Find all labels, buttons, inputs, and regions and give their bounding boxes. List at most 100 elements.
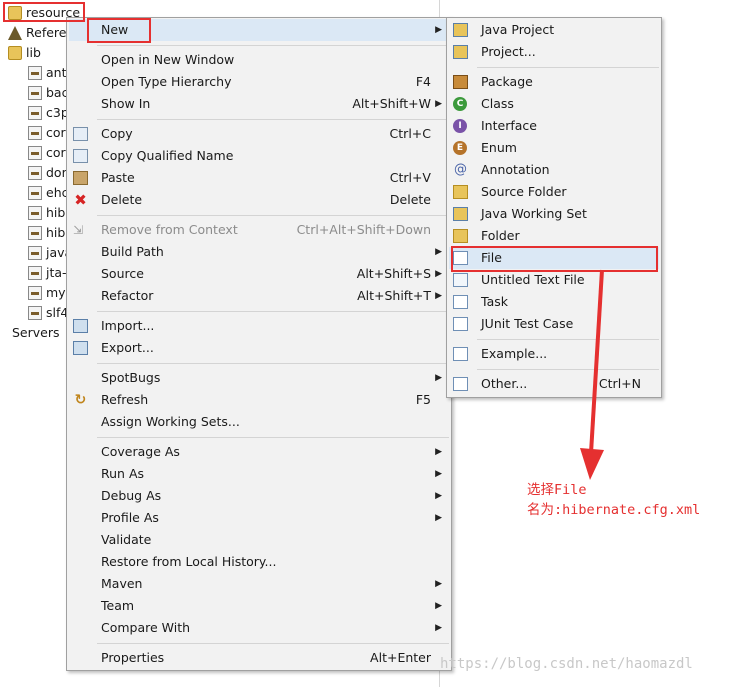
tree-item-label: Refere <box>26 25 67 40</box>
jar-icon <box>28 66 42 80</box>
menu-item-refresh[interactable]: ↻ Refresh F5 <box>69 389 449 411</box>
tree-item-label: jta- <box>46 265 67 280</box>
menu-item-refactor[interactable]: Refactor Alt+Shift+T ▶ <box>69 285 449 307</box>
tree-item-servers[interactable]: Servers <box>0 323 60 343</box>
source-folder-icon <box>453 185 468 199</box>
menu-item-assign-working-sets[interactable]: Assign Working Sets... <box>69 411 449 433</box>
submenu-arrow-icon: ▶ <box>435 447 442 457</box>
menu-item-delete[interactable]: ✖ Delete Delete <box>69 189 449 211</box>
paste-icon <box>73 171 88 185</box>
jar-icon <box>28 126 42 140</box>
tree-item-jar[interactable]: ehc <box>28 183 69 203</box>
watermark: https://blog.csdn.net/haomazdl <box>440 656 693 672</box>
menu-item-debug-as[interactable]: Debug As ▶ <box>69 485 449 507</box>
jar-icon <box>28 286 42 300</box>
tree-item-jar[interactable]: ant <box>28 63 66 83</box>
menu-item-open-type-hierarchy[interactable]: Open Type Hierarchy F4 <box>69 71 449 93</box>
menu-item-build-path[interactable]: Build Path ▶ <box>69 241 449 263</box>
delete-icon: ✖ <box>74 191 87 209</box>
menu-item-remove-from-context: ⇲ Remove from Context Ctrl+Alt+Shift+Dow… <box>73 222 431 237</box>
menu-item-paste[interactable]: Paste Ctrl+V <box>69 167 449 189</box>
submenu-item-interface[interactable]: I Interface <box>449 115 659 137</box>
tree-item-jar[interactable]: slf4 <box>28 303 68 323</box>
submenu-item-project[interactable]: Project... <box>449 41 659 63</box>
tree-item-label: dor <box>46 165 67 180</box>
menu-item-open-new-window[interactable]: Open in New Window <box>69 49 449 71</box>
jar-icon <box>28 306 42 320</box>
junit-icon <box>453 317 468 331</box>
tree-item-label: slf4 <box>46 305 69 320</box>
tree-item-lib[interactable]: lib <box>8 43 41 63</box>
tree-item-label: Servers <box>12 325 60 340</box>
example-icon <box>453 347 468 361</box>
menu-separator <box>97 45 449 46</box>
menu-item-export[interactable]: Export... <box>69 337 449 359</box>
menu-item-validate[interactable]: Validate <box>69 529 449 551</box>
import-icon <box>73 319 88 333</box>
submenu-item-class[interactable]: C Class <box>449 93 659 115</box>
submenu-arrow-icon: ▶ <box>435 373 442 383</box>
submenu-item-package[interactable]: Package <box>449 71 659 93</box>
submenu-arrow-icon: ▶ <box>435 579 442 589</box>
tree-item-references[interactable]: Refere <box>8 23 66 43</box>
menu-separator <box>477 67 659 68</box>
submenu-item-file[interactable]: File <box>449 247 659 269</box>
submenu-arrow-icon: ▶ <box>435 513 442 523</box>
menu-item-team[interactable]: Team ▶ <box>69 595 449 617</box>
menu-item-spotbugs[interactable]: SpotBugs ▶ <box>69 367 449 389</box>
tree-item-jar[interactable]: c3p <box>28 103 69 123</box>
submenu-item-enum[interactable]: E Enum <box>449 137 659 159</box>
tree-item-jar[interactable]: dor <box>28 163 67 183</box>
jar-icon <box>28 206 42 220</box>
project-icon <box>453 45 468 59</box>
tree-item-jar[interactable]: jta- <box>28 263 67 283</box>
tree-item-jar[interactable]: hib <box>28 203 65 223</box>
annotation-note: 选择File 名为:hibernate.cfg.xml <box>527 480 700 520</box>
submenu-item-source-folder[interactable]: Source Folder <box>449 181 659 203</box>
submenu-item-java-working-set[interactable]: Java Working Set <box>449 203 659 225</box>
refresh-icon: ↻ <box>74 392 87 408</box>
tree-item-jar[interactable]: hib <box>28 223 65 243</box>
tree-item-jar[interactable]: cor <box>28 123 66 143</box>
package-icon <box>453 75 468 89</box>
package-explorer-tree: resource Refere lib ant bac c3p cor cor … <box>0 0 80 687</box>
jar-icon <box>28 146 42 160</box>
annotation-icon: @ <box>454 162 467 177</box>
menu-item-copy[interactable]: Copy Ctrl+C <box>69 123 449 145</box>
working-set-icon <box>453 207 468 221</box>
menu-item-properties[interactable]: Properties Alt+Enter <box>69 647 449 669</box>
submenu-item-java-project[interactable]: Java Project <box>449 19 659 41</box>
annotation-line-2: 名为:hibernate.cfg.xml <box>527 502 701 518</box>
jar-icon <box>28 186 42 200</box>
class-icon: C <box>453 97 467 111</box>
submenu-arrow-icon: ▶ <box>435 623 442 633</box>
menu-item-show-in[interactable]: Show In Alt+Shift+W ▶ <box>69 93 449 115</box>
menu-item-source[interactable]: Source Alt+Shift+S ▶ <box>69 263 449 285</box>
menu-separator <box>97 437 449 438</box>
menu-item-coverage-as[interactable]: Coverage As ▶ <box>69 441 449 463</box>
task-icon <box>453 295 468 309</box>
menu-item-restore-local-history[interactable]: Restore from Local History... <box>69 551 449 573</box>
tree-item-jar[interactable]: bac <box>28 83 68 103</box>
menu-item-compare-with[interactable]: Compare With ▶ <box>69 617 449 639</box>
menu-item-copy-qualified-name[interactable]: Copy Qualified Name <box>69 145 449 167</box>
menu-item-maven[interactable]: Maven ▶ <box>69 573 449 595</box>
menu-separator <box>97 311 449 312</box>
remove-context-icon: ⇲ <box>73 223 84 237</box>
menu-item-new[interactable]: New ▶ <box>69 19 449 41</box>
menu-item-import[interactable]: Import... <box>69 315 449 337</box>
menu-item-run-as[interactable]: Run As ▶ <box>69 463 449 485</box>
text-file-icon <box>453 273 468 287</box>
submenu-arrow-icon: ▶ <box>435 247 442 257</box>
library-icon <box>8 26 22 40</box>
tree-item-jar[interactable]: cor <box>28 143 66 163</box>
interface-icon: I <box>453 119 467 133</box>
copy-icon <box>73 127 88 141</box>
tree-item-label: cor <box>46 145 66 160</box>
server-icon <box>0 326 8 340</box>
submenu-item-annotation[interactable]: @ Annotation <box>449 159 659 181</box>
menu-item-profile-as[interactable]: Profile As ▶ <box>69 507 449 529</box>
tree-item-label: cor <box>46 125 66 140</box>
context-menu: New ▶ Open in New Window Open Type Hiera… <box>66 17 452 671</box>
submenu-item-folder[interactable]: Folder <box>449 225 659 247</box>
